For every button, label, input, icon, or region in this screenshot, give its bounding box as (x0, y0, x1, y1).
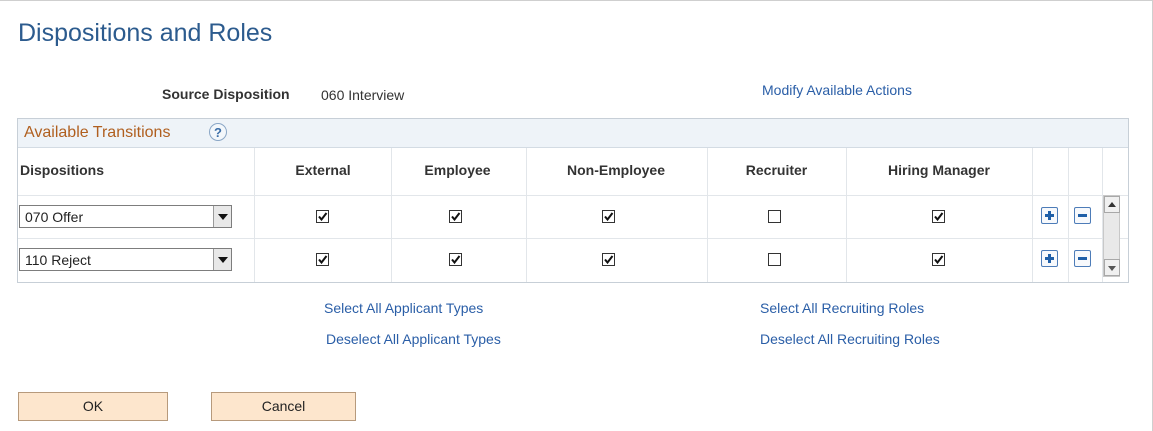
minus-icon[interactable] (1074, 207, 1091, 224)
chevron-down-icon[interactable] (213, 206, 231, 227)
checkmark-icon (604, 255, 614, 265)
disposition-select-row-2[interactable]: 110 Reject (19, 248, 232, 271)
modify-available-actions-link[interactable]: Modify Available Actions (762, 82, 912, 98)
grid-title: Available Transitions (24, 124, 171, 141)
disposition-select-value: 070 Offer (25, 209, 84, 225)
cancel-button[interactable]: Cancel (211, 392, 356, 421)
recruiter-checkbox-row-1[interactable] (768, 210, 781, 223)
hiring-manager-checkbox-row-1[interactable] (932, 210, 945, 223)
employee-checkbox-row-2[interactable] (449, 253, 462, 266)
source-disposition-value: 060 Interview (321, 87, 405, 103)
column-header-non-employee: Non-Employee (566, 162, 665, 178)
row-divider (18, 195, 1128, 196)
scroll-up-button[interactable] (1104, 196, 1120, 213)
source-disposition-label: Source Disposition (162, 86, 290, 102)
chevron-down-icon (1108, 266, 1116, 271)
checkmark-icon (318, 255, 328, 265)
select-all-recruiting-roles-link[interactable]: Select All Recruiting Roles (760, 300, 924, 316)
recruiter-checkbox-row-2[interactable] (768, 253, 781, 266)
grid-scrollbar[interactable] (1103, 195, 1120, 277)
disposition-select-value: 110 Reject (25, 252, 91, 268)
chevron-up-icon (1108, 202, 1116, 207)
col-divider (1068, 148, 1069, 282)
select-all-applicant-types-link[interactable]: Select All Applicant Types (324, 300, 483, 316)
checkmark-icon (934, 255, 944, 265)
external-checkbox-row-1[interactable] (316, 210, 329, 223)
col-divider (1032, 148, 1033, 282)
external-checkbox-row-2[interactable] (316, 253, 329, 266)
column-header-dispositions: Dispositions (20, 162, 105, 178)
checkmark-icon (451, 255, 461, 265)
grid-header: Available Transitions ? (18, 119, 1128, 148)
non-employee-checkbox-row-1[interactable] (602, 210, 615, 223)
ok-button[interactable]: OK (18, 392, 168, 421)
checkmark-icon (318, 212, 328, 222)
chevron-down-icon[interactable] (213, 249, 231, 270)
checkmark-icon (451, 212, 461, 222)
disposition-select-row-1[interactable]: 070 Offer (19, 205, 232, 228)
help-icon[interactable]: ? (209, 123, 227, 141)
page-title: Dispositions and Roles (18, 19, 273, 47)
frame-top-border (0, 0, 1153, 1)
plus-icon[interactable] (1041, 207, 1058, 224)
column-header-external: External (295, 162, 351, 178)
scroll-down-button[interactable] (1104, 259, 1120, 276)
employee-checkbox-row-1[interactable] (449, 210, 462, 223)
minus-icon[interactable] (1074, 250, 1091, 267)
non-employee-checkbox-row-2[interactable] (602, 253, 615, 266)
column-header-recruiter: Recruiter (745, 162, 808, 178)
checkmark-icon (934, 212, 944, 222)
deselect-all-applicant-types-link[interactable]: Deselect All Applicant Types (326, 331, 501, 347)
checkmark-icon (604, 212, 614, 222)
column-header-hiring-manager: Hiring Manager (888, 162, 990, 178)
plus-icon[interactable] (1041, 250, 1058, 267)
hiring-manager-checkbox-row-2[interactable] (932, 253, 945, 266)
deselect-all-recruiting-roles-link[interactable]: Deselect All Recruiting Roles (760, 331, 940, 347)
column-header-employee: Employee (424, 162, 491, 178)
row-divider (18, 238, 1128, 239)
